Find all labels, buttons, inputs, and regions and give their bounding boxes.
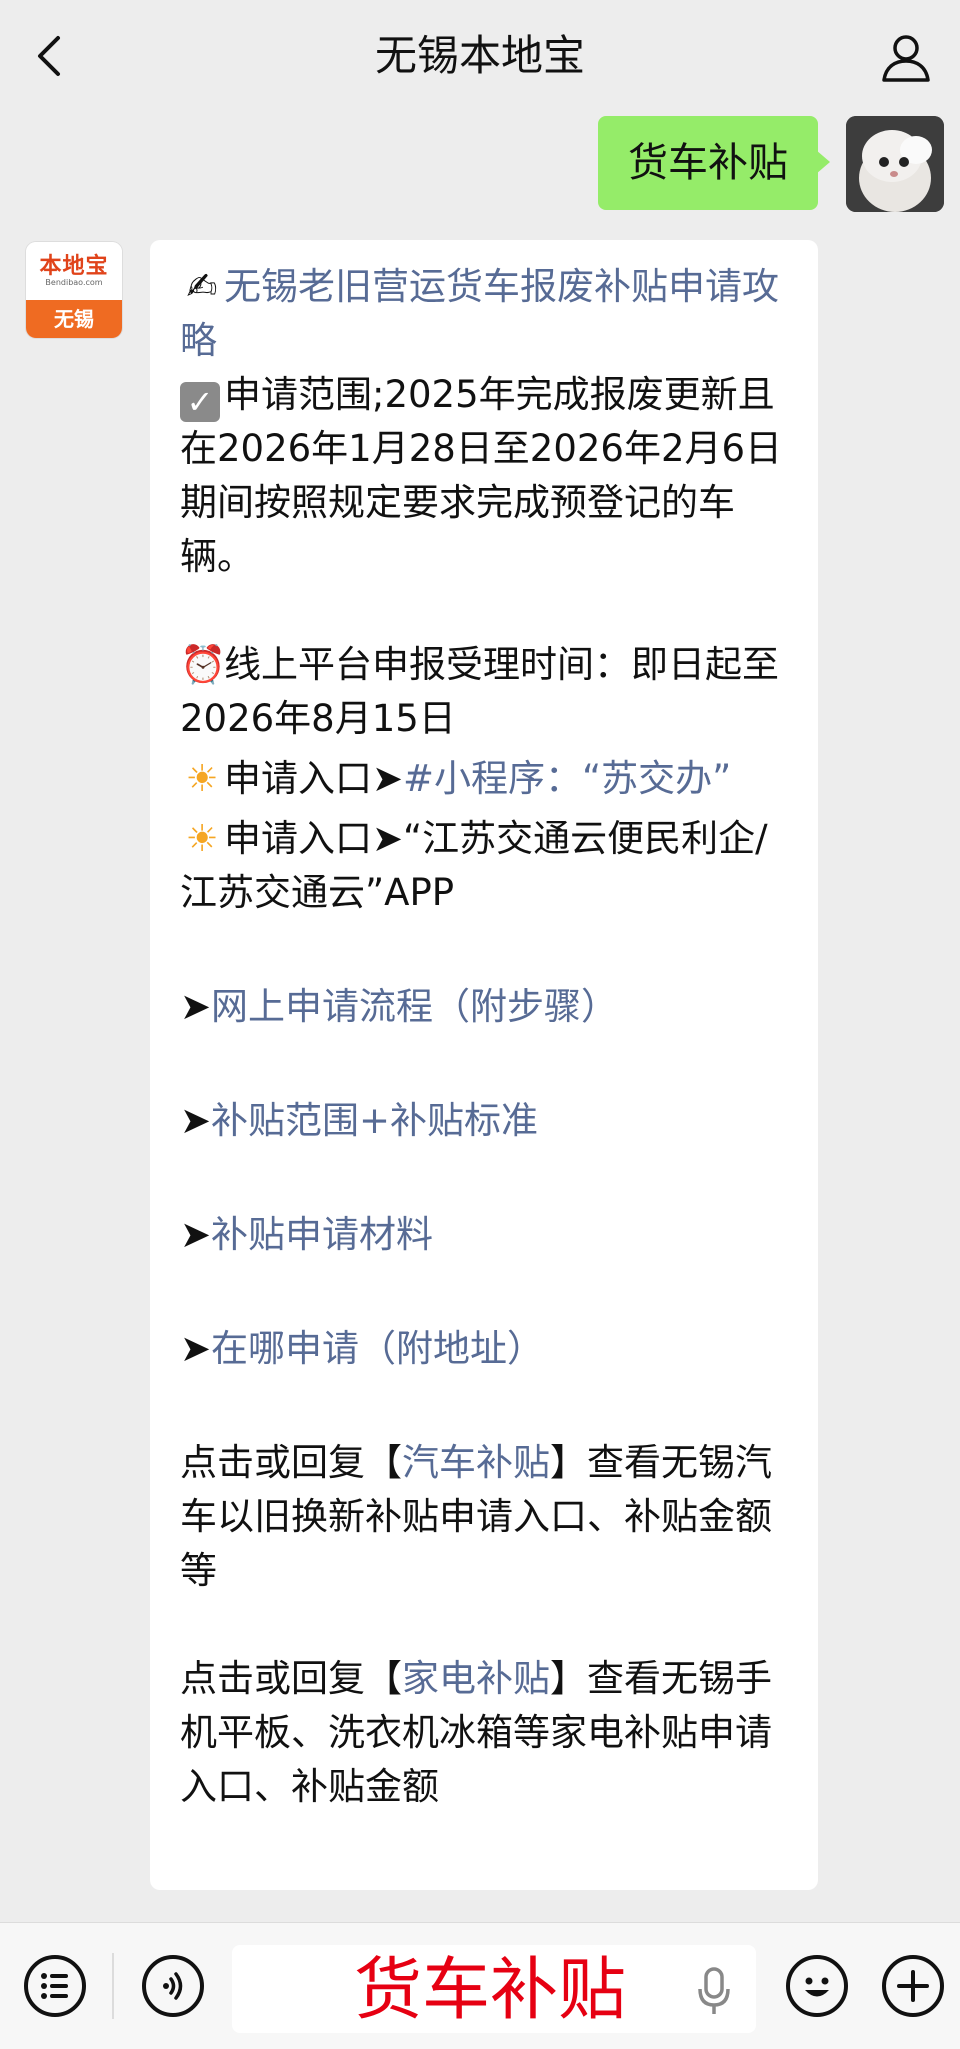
car-subsidy-link[interactable]: 汽车补贴 — [402, 1441, 550, 1484]
more-options-button[interactable] — [882, 1955, 944, 2017]
bubble-tail — [816, 150, 830, 174]
profile-icon[interactable] — [878, 30, 934, 86]
message-input-value[interactable]: 货车补贴 — [354, 1951, 626, 2031]
appliance-prefix: 点击或回复【 — [180, 1657, 402, 1700]
article-title-link[interactable]: 无锡老旧营运货车报废补贴申请攻略 — [180, 265, 779, 362]
menu-list-icon — [41, 1973, 68, 1999]
arrow-icon: ➤ — [180, 1213, 212, 1256]
where-line: ➤在哪申请（附地址） — [180, 1322, 800, 1376]
materials-line: ➤补贴申请材料 — [180, 1208, 800, 1262]
avatar-city-label: 无锡 — [26, 300, 122, 338]
checkbox-icon: ✓ — [180, 382, 220, 422]
message-input[interactable]: 货车补贴 — [232, 1945, 756, 2033]
entry2-text: 申请入口➤“江苏交通云便民利企/江苏交通云”APP — [180, 817, 768, 914]
arrow-icon: ➤ — [180, 985, 212, 1028]
entry1-line: ☀ 申请入口➤#小程序：“苏交办” — [180, 752, 800, 806]
bendibao-logo: 本地宝 Bendibao.com — [26, 242, 122, 300]
outgoing-message-bubble[interactable]: 货车补贴 — [598, 116, 830, 210]
user-avatar[interactable] — [846, 116, 944, 212]
writing-hand-icon: ✍ — [186, 265, 218, 308]
entry1-label: 申请入口➤ — [224, 757, 404, 800]
car-subsidy-line: 点击或回复【汽车补贴】查看无锡汽车以旧换新补贴申请入口、补贴金额等 — [180, 1436, 800, 1598]
incoming-message-bubble: ✍ 无锡老旧营运货车报废补贴申请攻略 ✓ 申请范围;2025年完成报废更新且在202… — [150, 240, 818, 1890]
emoji-button[interactable] — [786, 1955, 848, 2017]
voice-toggle-button[interactable] — [142, 1955, 204, 2017]
microphone-icon[interactable] — [694, 1965, 734, 2017]
time-line: ⏰线上平台申报受理时间：即日起至2026年8月15日 — [180, 638, 800, 746]
time-text: 线上平台申报受理时间：即日起至2026年8月15日 — [180, 643, 779, 740]
alarm-clock-icon: ⏰ — [180, 643, 227, 686]
appliance-subsidy-link[interactable]: 家电补贴 — [402, 1657, 550, 1700]
arrow-icon: ➤ — [180, 1099, 212, 1142]
plus-icon — [897, 1970, 929, 2002]
car-prefix: 点击或回复【 — [180, 1441, 402, 1484]
process-link[interactable]: 网上申请流程（附步骤） — [211, 985, 618, 1028]
message-content: ✍ 无锡老旧营运货车报废补贴申请攻略 ✓ 申请范围;2025年完成报废更新且在202… — [180, 260, 800, 1814]
materials-link[interactable]: 补贴申请材料 — [211, 1213, 433, 1256]
where-link[interactable]: 在哪申请（附地址） — [211, 1327, 544, 1370]
scope-line: ✓ 申请范围;2025年完成报废更新且在2026年1月28日至2026年2月6日期… — [180, 368, 800, 584]
toolbar-divider — [112, 1953, 114, 2019]
sun-icon: ☀ — [185, 817, 219, 860]
standard-line: ➤补贴范围+补贴标准 — [180, 1094, 800, 1148]
outgoing-message-text: 货车补贴 — [628, 140, 788, 186]
bot-avatar[interactable]: 本地宝 Bendibao.com 无锡 — [26, 242, 122, 338]
page-title: 无锡本地宝 — [374, 31, 585, 80]
voice-wave-icon — [163, 1972, 183, 2000]
top-bar: 无锡本地宝 — [0, 0, 960, 112]
smiley-face-icon — [805, 1977, 829, 1997]
scope-text: 申请范围;2025年完成报废更新且在2026年1月28日至2026年2月6日期间… — [180, 373, 783, 578]
menu-list-button[interactable] — [24, 1955, 86, 2017]
article-title-line: ✍ 无锡老旧营运货车报废补贴申请攻略 — [180, 260, 800, 368]
sun-icon: ☀ — [185, 757, 219, 800]
arrow-icon: ➤ — [180, 1327, 212, 1370]
subsidy-scope-link[interactable]: 补贴范围+补贴标准 — [211, 1099, 538, 1142]
input-toolbar: 货车补贴 — [0, 1922, 960, 2049]
appliance-subsidy-line: 点击或回复【家电补贴】查看无锡手机平板、洗衣机冰箱等家电补贴申请入口、补贴金额 — [180, 1652, 800, 1814]
entry2-line: ☀ 申请入口➤“江苏交通云便民利企/江苏交通云”APP — [180, 812, 800, 920]
mini-program-link[interactable]: #小程序：“苏交办” — [403, 757, 731, 800]
cat-avatar-image — [846, 116, 944, 212]
process-line: ➤网上申请流程（附步骤） — [180, 980, 800, 1034]
